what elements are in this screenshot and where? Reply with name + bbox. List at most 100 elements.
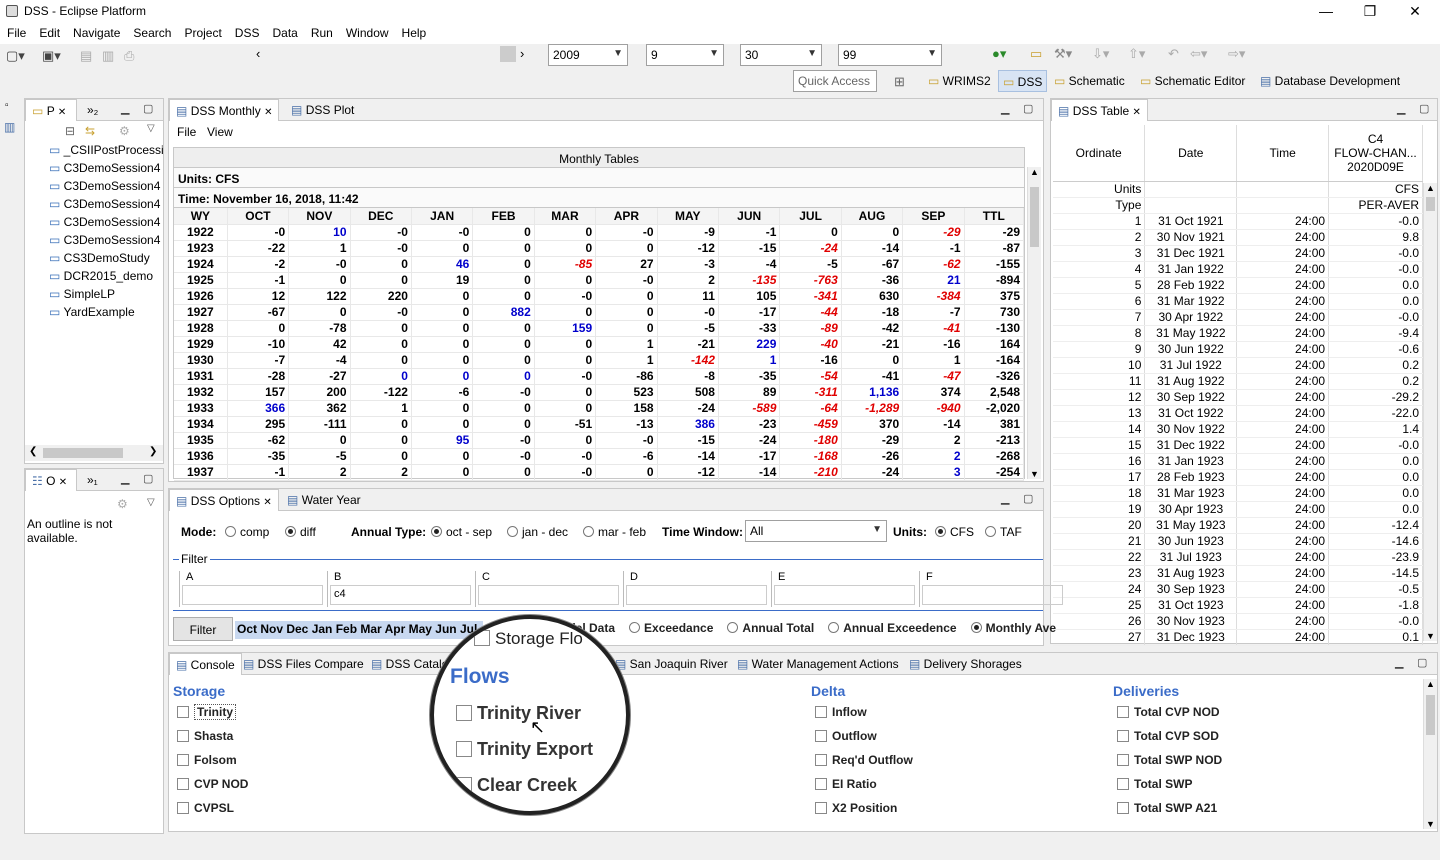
table-cell[interactable]: -0.0 bbox=[1328, 613, 1423, 630]
table-cell[interactable]: 1934 bbox=[174, 416, 228, 433]
table-cell[interactable]: -894 bbox=[964, 272, 1025, 289]
table-cell[interactable]: 0 bbox=[534, 384, 597, 401]
part-input[interactable] bbox=[774, 585, 915, 605]
table-cell[interactable]: 0 bbox=[350, 272, 412, 289]
table-cell[interactable]: 0 bbox=[534, 432, 597, 449]
table-cell[interactable]: -0 bbox=[534, 464, 597, 481]
scroll-thumb[interactable] bbox=[43, 448, 123, 458]
last-edit-icon[interactable]: ↶ bbox=[1168, 46, 1179, 62]
table-cell[interactable]: -168 bbox=[779, 448, 842, 465]
table-cell[interactable]: -135 bbox=[718, 272, 781, 289]
table-cell[interactable]: 24:00 bbox=[1236, 613, 1330, 630]
table-cell[interactable]: -0.6 bbox=[1328, 341, 1423, 358]
delta-checkbox[interactable]: Req'd Outflow bbox=[815, 753, 913, 777]
table-cell[interactable]: -0 bbox=[227, 224, 290, 241]
table-cell[interactable]: -341 bbox=[779, 288, 842, 305]
table-cell[interactable]: -40 bbox=[779, 336, 842, 353]
table-cell[interactable]: 24:00 bbox=[1236, 485, 1330, 502]
table-cell[interactable]: -13 bbox=[595, 416, 658, 433]
table-cell[interactable]: 1930 bbox=[174, 352, 228, 369]
table-cell[interactable]: -5 bbox=[657, 320, 719, 337]
table-cell[interactable]: 24:00 bbox=[1236, 357, 1330, 374]
table-cell[interactable]: -24 bbox=[718, 432, 781, 449]
table-cell[interactable]: 30 Nov 1922 bbox=[1144, 421, 1238, 438]
tab-outline[interactable]: ☷ O ✕ bbox=[25, 469, 77, 491]
table-cell[interactable]: 1 bbox=[718, 352, 781, 369]
table-cell[interactable]: 24:00 bbox=[1236, 309, 1330, 326]
table-row[interactable]: 23 31 Aug 1923 24:00 -14.5 bbox=[1053, 565, 1423, 582]
table-cell[interactable]: 31 Oct 1921 bbox=[1144, 213, 1238, 230]
table-cell[interactable]: 105 bbox=[718, 288, 781, 305]
table-cell[interactable]: -254 bbox=[964, 464, 1025, 481]
mode-comp-radio[interactable]: comp bbox=[225, 525, 269, 539]
minimize-button[interactable]: — bbox=[1306, 2, 1346, 22]
table-cell[interactable]: -0 bbox=[350, 240, 412, 257]
table-cell[interactable]: -459 bbox=[779, 416, 842, 433]
table-cell[interactable]: -26 bbox=[841, 448, 904, 465]
table-cell[interactable]: 0 bbox=[227, 320, 290, 337]
table-cell[interactable]: 0.2 bbox=[1328, 373, 1423, 390]
table-cell[interactable]: 0 bbox=[411, 336, 474, 353]
storage-checkbox[interactable]: Trinity bbox=[177, 704, 248, 729]
table-cell[interactable]: 157 bbox=[227, 384, 290, 401]
table-cell[interactable]: 0 bbox=[411, 464, 474, 481]
table-row[interactable]: 11 31 Aug 1922 24:00 0.2 bbox=[1053, 373, 1423, 390]
table-cell[interactable]: -14.6 bbox=[1328, 533, 1423, 550]
table-row[interactable]: 20 31 May 1923 24:00 -12.4 bbox=[1053, 517, 1423, 534]
table-cell[interactable]: 7 bbox=[1053, 309, 1146, 326]
table-cell[interactable]: 0 bbox=[472, 416, 535, 433]
table-cell[interactable]: -33 bbox=[718, 320, 781, 337]
table-cell[interactable]: 0.1 bbox=[1328, 629, 1423, 646]
table-cell[interactable]: 24:00 bbox=[1236, 533, 1330, 550]
table-cell[interactable]: -0 bbox=[595, 432, 658, 449]
table-cell[interactable]: 19 bbox=[411, 272, 474, 289]
table-cell[interactable]: 10 bbox=[288, 224, 351, 241]
table-cell[interactable]: -51 bbox=[534, 416, 597, 433]
table-cell[interactable]: -67 bbox=[841, 256, 904, 273]
table-cell[interactable]: -12 bbox=[657, 464, 719, 481]
table-cell[interactable]: 30 Nov 1923 bbox=[1144, 613, 1238, 630]
table-row[interactable]: 24 30 Sep 1923 24:00 -0.5 bbox=[1053, 581, 1423, 598]
tab-dss-options[interactable]: ▤ DSS Options ✕ bbox=[169, 489, 279, 511]
maximize-icon[interactable]: ▢ bbox=[1023, 492, 1033, 505]
table-cell[interactable]: 386 bbox=[657, 416, 719, 433]
table-cell[interactable]: 9 bbox=[1053, 341, 1146, 358]
table-cell[interactable]: 8 bbox=[1053, 325, 1146, 342]
table-cell[interactable]: 0 bbox=[534, 272, 597, 289]
maximize-button[interactable]: ❐ bbox=[1350, 2, 1390, 22]
tab-bottom[interactable]: ▤ San Joaquin River bbox=[609, 653, 734, 675]
table-cell[interactable]: 366 bbox=[227, 400, 290, 417]
table-cell[interactable]: -17 bbox=[718, 304, 781, 321]
table-cell[interactable]: 24:00 bbox=[1236, 437, 1330, 454]
table-cell[interactable]: -29.2 bbox=[1328, 389, 1423, 406]
table-cell[interactable]: 0 bbox=[350, 368, 412, 385]
table-cell[interactable]: 295 bbox=[227, 416, 290, 433]
scroll-up-icon[interactable]: ▲ bbox=[1426, 183, 1435, 193]
table-cell[interactable]: -14 bbox=[841, 240, 904, 257]
new-icon[interactable]: ▢▾ bbox=[6, 48, 25, 64]
table-cell[interactable]: 0 bbox=[534, 336, 597, 353]
table-cell[interactable]: 1923 bbox=[174, 240, 228, 257]
table-cell[interactable]: 164 bbox=[964, 336, 1025, 353]
table-row[interactable]: 15 31 Dec 1922 24:00 -0.0 bbox=[1053, 437, 1423, 454]
table-cell[interactable]: -36 bbox=[841, 272, 904, 289]
open-folder-icon[interactable]: ▭ bbox=[1030, 46, 1042, 62]
table-cell[interactable]: 28 Feb 1923 bbox=[1144, 469, 1238, 486]
annual-mar-radio[interactable]: mar - feb bbox=[583, 525, 646, 539]
table-cell[interactable]: -1 bbox=[902, 240, 965, 257]
output-option[interactable]: Monthly Ave bbox=[970, 621, 1056, 635]
table-cell[interactable]: 0 bbox=[472, 400, 535, 417]
table-cell[interactable]: -0 bbox=[595, 272, 658, 289]
table-cell[interactable]: 21 bbox=[1053, 533, 1146, 550]
table-cell[interactable]: 17 bbox=[1053, 469, 1146, 486]
table-cell[interactable]: 2,548 bbox=[964, 384, 1025, 401]
table-cell[interactable]: 24:00 bbox=[1236, 325, 1330, 342]
table-cell[interactable]: -16 bbox=[902, 336, 965, 353]
close-icon[interactable]: ✕ bbox=[59, 477, 67, 488]
annual-jan-radio[interactable]: jan - dec bbox=[507, 525, 568, 539]
delta-checkbox[interactable]: EI Ratio bbox=[815, 777, 913, 801]
table-cell[interactable]: 0.2 bbox=[1328, 357, 1423, 374]
project-item[interactable]: ▭ CS3DemoStudy bbox=[49, 249, 163, 267]
table-cell[interactable]: 0.0 bbox=[1328, 453, 1423, 470]
table-cell[interactable]: 2 bbox=[902, 448, 965, 465]
